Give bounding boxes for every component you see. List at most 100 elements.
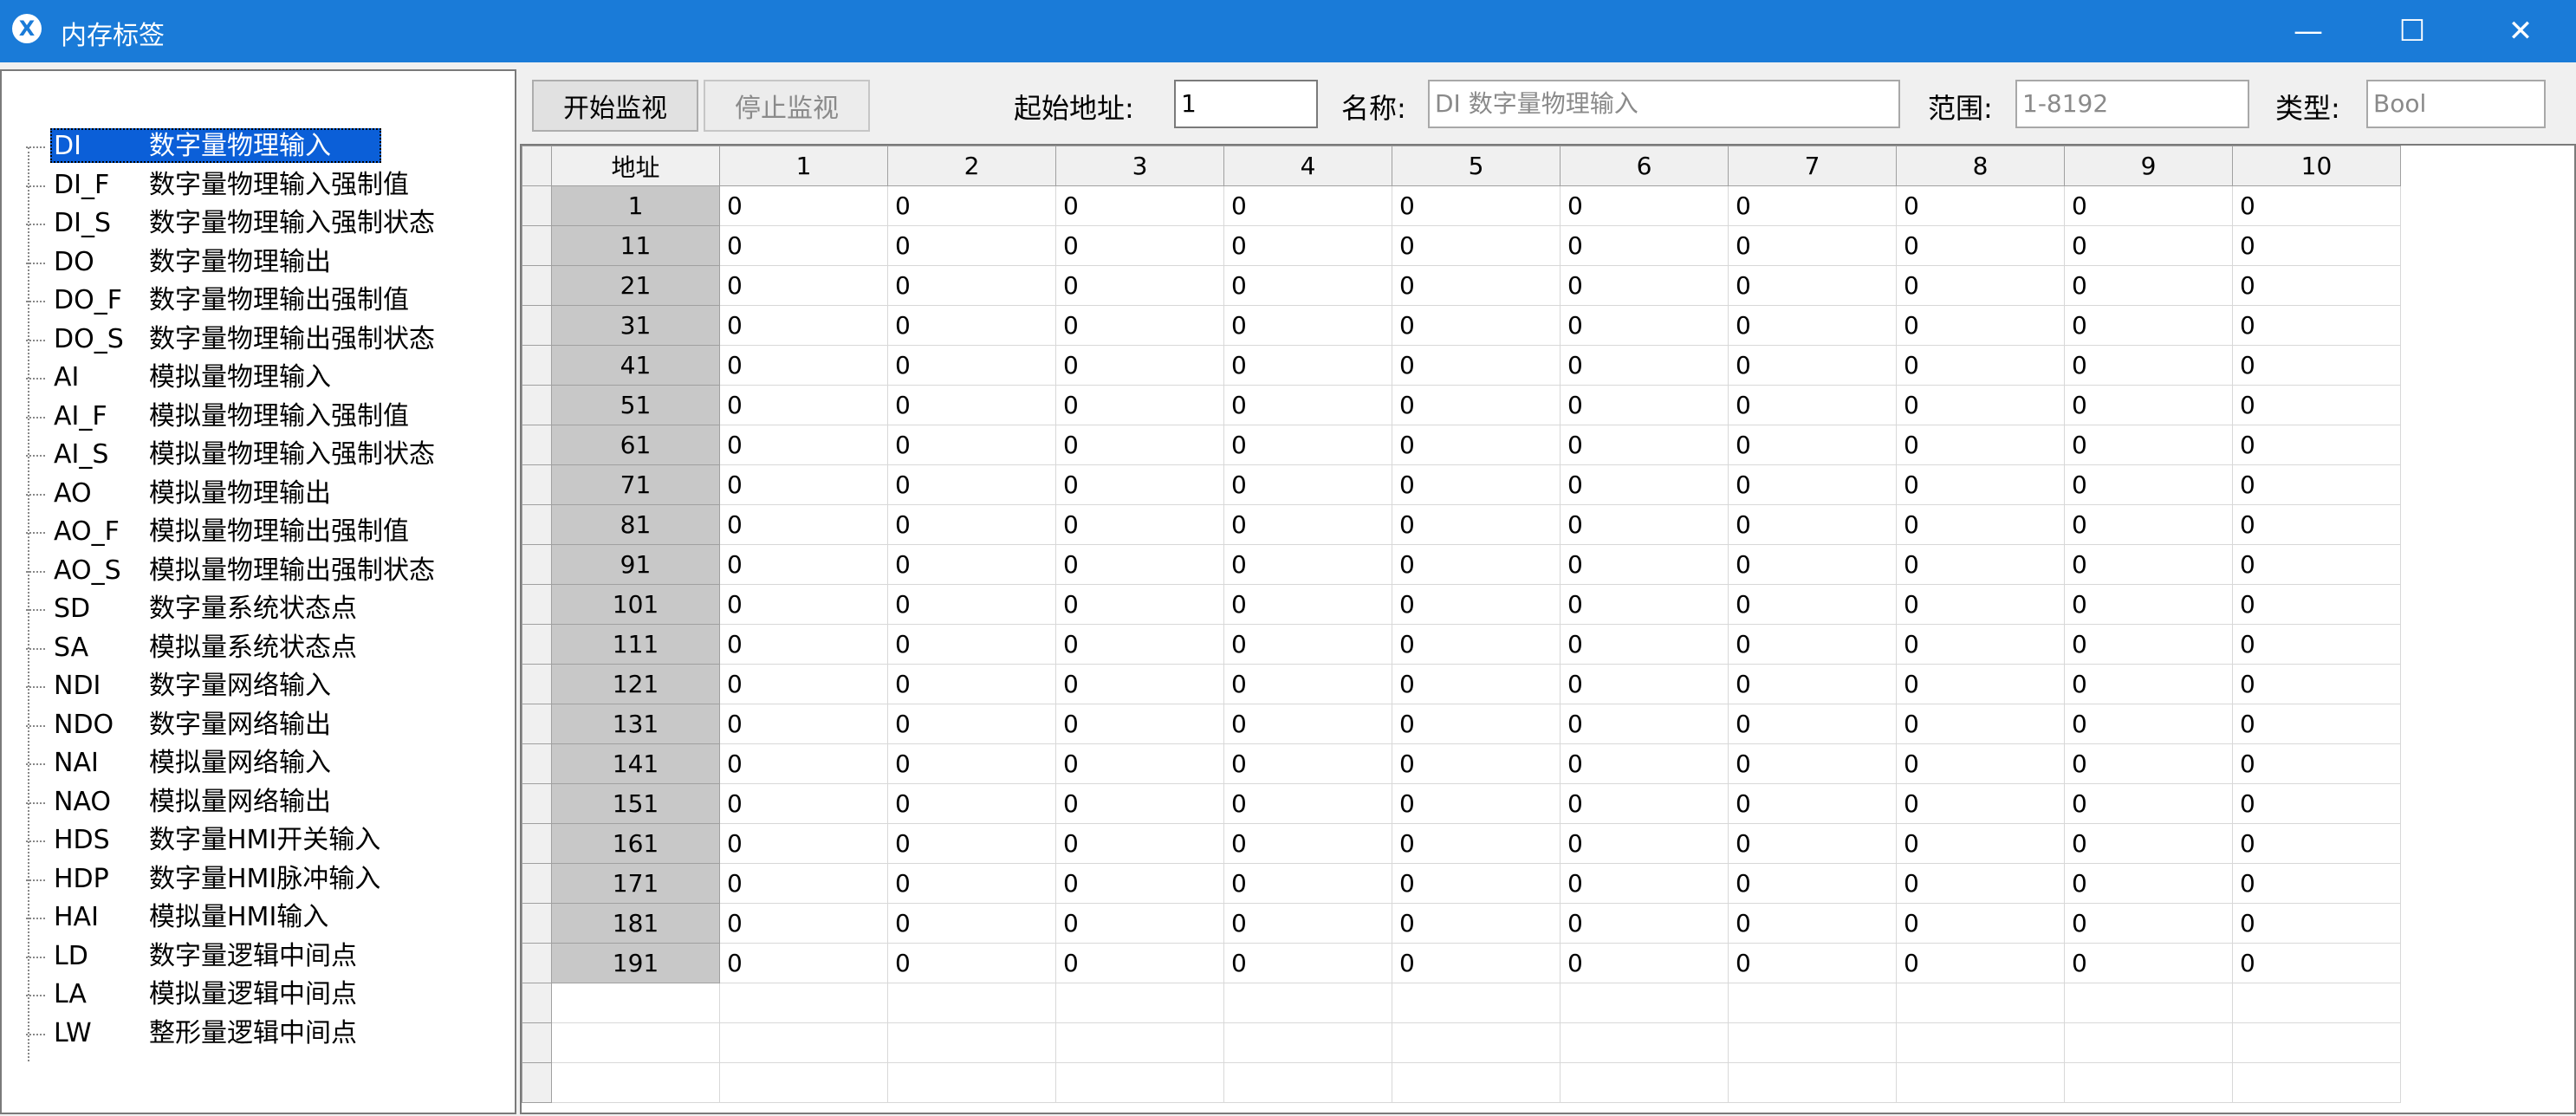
value-cell[interactable]: 0 [719,185,888,226]
value-cell[interactable]: 0 [1392,903,1561,944]
value-cell[interactable]: 0 [887,345,1056,386]
value-cell[interactable]: 0 [1560,664,1729,704]
value-cell[interactable]: 0 [1223,265,1392,306]
value-cell[interactable]: 0 [887,863,1056,904]
row-selector[interactable] [522,943,552,983]
value-cell[interactable]: 0 [1728,823,1897,864]
value-cell[interactable]: 0 [887,783,1056,824]
value-cell[interactable]: 0 [1223,704,1392,744]
value-cell[interactable]: 0 [1223,783,1392,824]
value-cell[interactable]: 0 [719,823,888,864]
value-cell[interactable]: 0 [2232,863,2401,904]
value-cell[interactable]: 0 [1055,185,1224,226]
value-cell[interactable]: 0 [719,783,888,824]
value-cell[interactable]: 0 [1896,743,2065,784]
value-cell[interactable]: 0 [887,504,1056,545]
value-cell[interactable]: 0 [1560,863,1729,904]
row-selector[interactable] [522,305,552,346]
value-cell[interactable]: 0 [1223,903,1392,944]
value-cell[interactable]: 0 [1560,425,1729,465]
row-selector[interactable] [522,704,552,744]
value-cell[interactable]: 0 [2232,704,2401,744]
value-cell[interactable]: 0 [887,943,1056,983]
value-cell[interactable]: 0 [719,704,888,744]
value-cell[interactable]: 0 [1223,544,1392,585]
value-cell[interactable]: 0 [2232,823,2401,864]
value-cell[interactable]: 0 [1896,504,2065,545]
value-cell[interactable]: 0 [719,265,888,306]
value-cell[interactable]: 0 [1392,225,1561,266]
maximize-button[interactable]: ☐ [2357,0,2468,62]
value-cell[interactable]: 0 [1728,265,1897,306]
value-cell[interactable]: 0 [1223,664,1392,704]
value-cell[interactable]: 0 [1896,863,2065,904]
value-cell[interactable]: 0 [887,743,1056,784]
value-cell[interactable]: 0 [1560,704,1729,744]
value-cell[interactable]: 0 [2064,624,2233,665]
value-cell[interactable]: 0 [1055,743,1224,784]
value-cell[interactable]: 0 [719,544,888,585]
value-cell[interactable]: 0 [1896,544,2065,585]
value-cell[interactable]: 0 [2232,265,2401,306]
row-selector[interactable] [522,504,552,545]
value-cell[interactable]: 0 [2232,225,2401,266]
value-cell[interactable]: 0 [719,504,888,545]
value-cell[interactable]: 0 [1392,624,1561,665]
value-cell[interactable]: 0 [1392,305,1561,346]
value-cell[interactable]: 0 [1728,624,1897,665]
value-cell[interactable]: 0 [1223,464,1392,505]
value-cell[interactable]: 0 [1055,823,1224,864]
value-cell[interactable]: 0 [719,305,888,346]
value-cell[interactable]: 0 [1728,903,1897,944]
value-cell[interactable]: 0 [2064,305,2233,346]
value-cell[interactable]: 0 [1560,225,1729,266]
row-selector[interactable] [522,783,552,824]
row-selector[interactable] [522,345,552,386]
value-cell[interactable]: 0 [1896,265,2065,306]
value-cell[interactable]: 0 [1896,823,2065,864]
value-cell[interactable]: 0 [1223,823,1392,864]
value-cell[interactable]: 0 [2064,504,2233,545]
value-cell[interactable]: 0 [1392,823,1561,864]
value-cell[interactable]: 0 [887,704,1056,744]
value-cell[interactable]: 0 [2064,464,2233,505]
value-cell[interactable]: 0 [1223,943,1392,983]
value-cell[interactable]: 0 [1896,345,2065,386]
start-address-input[interactable]: 1 [1174,80,1318,128]
value-cell[interactable]: 0 [887,464,1056,505]
value-cell[interactable]: 0 [1223,584,1392,625]
value-cell[interactable]: 0 [887,425,1056,465]
value-cell[interactable]: 0 [2064,783,2233,824]
memory-grid[interactable]: 地址 1 2 3 4 5 6 7 8 9 10 1 0 0 0 0 0 0 0 0 0 0 11 0 0 0 0 0 0 0 0 0 0 21 0… [520,144,2576,1114]
value-cell[interactable]: 0 [1392,185,1561,226]
value-cell[interactable]: 0 [2232,425,2401,465]
row-selector[interactable] [522,624,552,665]
value-cell[interactable]: 0 [1055,664,1224,704]
value-cell[interactable]: 0 [887,664,1056,704]
value-cell[interactable]: 0 [1896,305,2065,346]
value-cell[interactable]: 0 [1392,943,1561,983]
value-cell[interactable]: 0 [1055,385,1224,425]
row-selector[interactable] [522,225,552,266]
value-cell[interactable]: 0 [1896,664,2065,704]
value-cell[interactable]: 0 [1728,584,1897,625]
value-cell[interactable]: 0 [1223,863,1392,904]
value-cell[interactable]: 0 [1223,225,1392,266]
value-cell[interactable]: 0 [1896,783,2065,824]
value-cell[interactable]: 0 [1055,704,1224,744]
value-cell[interactable]: 0 [1896,464,2065,505]
value-cell[interactable]: 0 [1392,504,1561,545]
value-cell[interactable]: 0 [1728,504,1897,545]
value-cell[interactable]: 0 [2064,345,2233,386]
value-cell[interactable]: 0 [2232,345,2401,386]
value-cell[interactable]: 0 [1223,425,1392,465]
value-cell[interactable]: 0 [1728,863,1897,904]
value-cell[interactable]: 0 [1896,225,2065,266]
value-cell[interactable]: 0 [719,464,888,505]
value-cell[interactable]: 0 [1223,345,1392,386]
value-cell[interactable]: 0 [2064,385,2233,425]
value-cell[interactable]: 0 [1055,624,1224,665]
value-cell[interactable]: 0 [887,544,1056,585]
row-selector[interactable] [522,584,552,625]
value-cell[interactable]: 0 [2064,265,2233,306]
